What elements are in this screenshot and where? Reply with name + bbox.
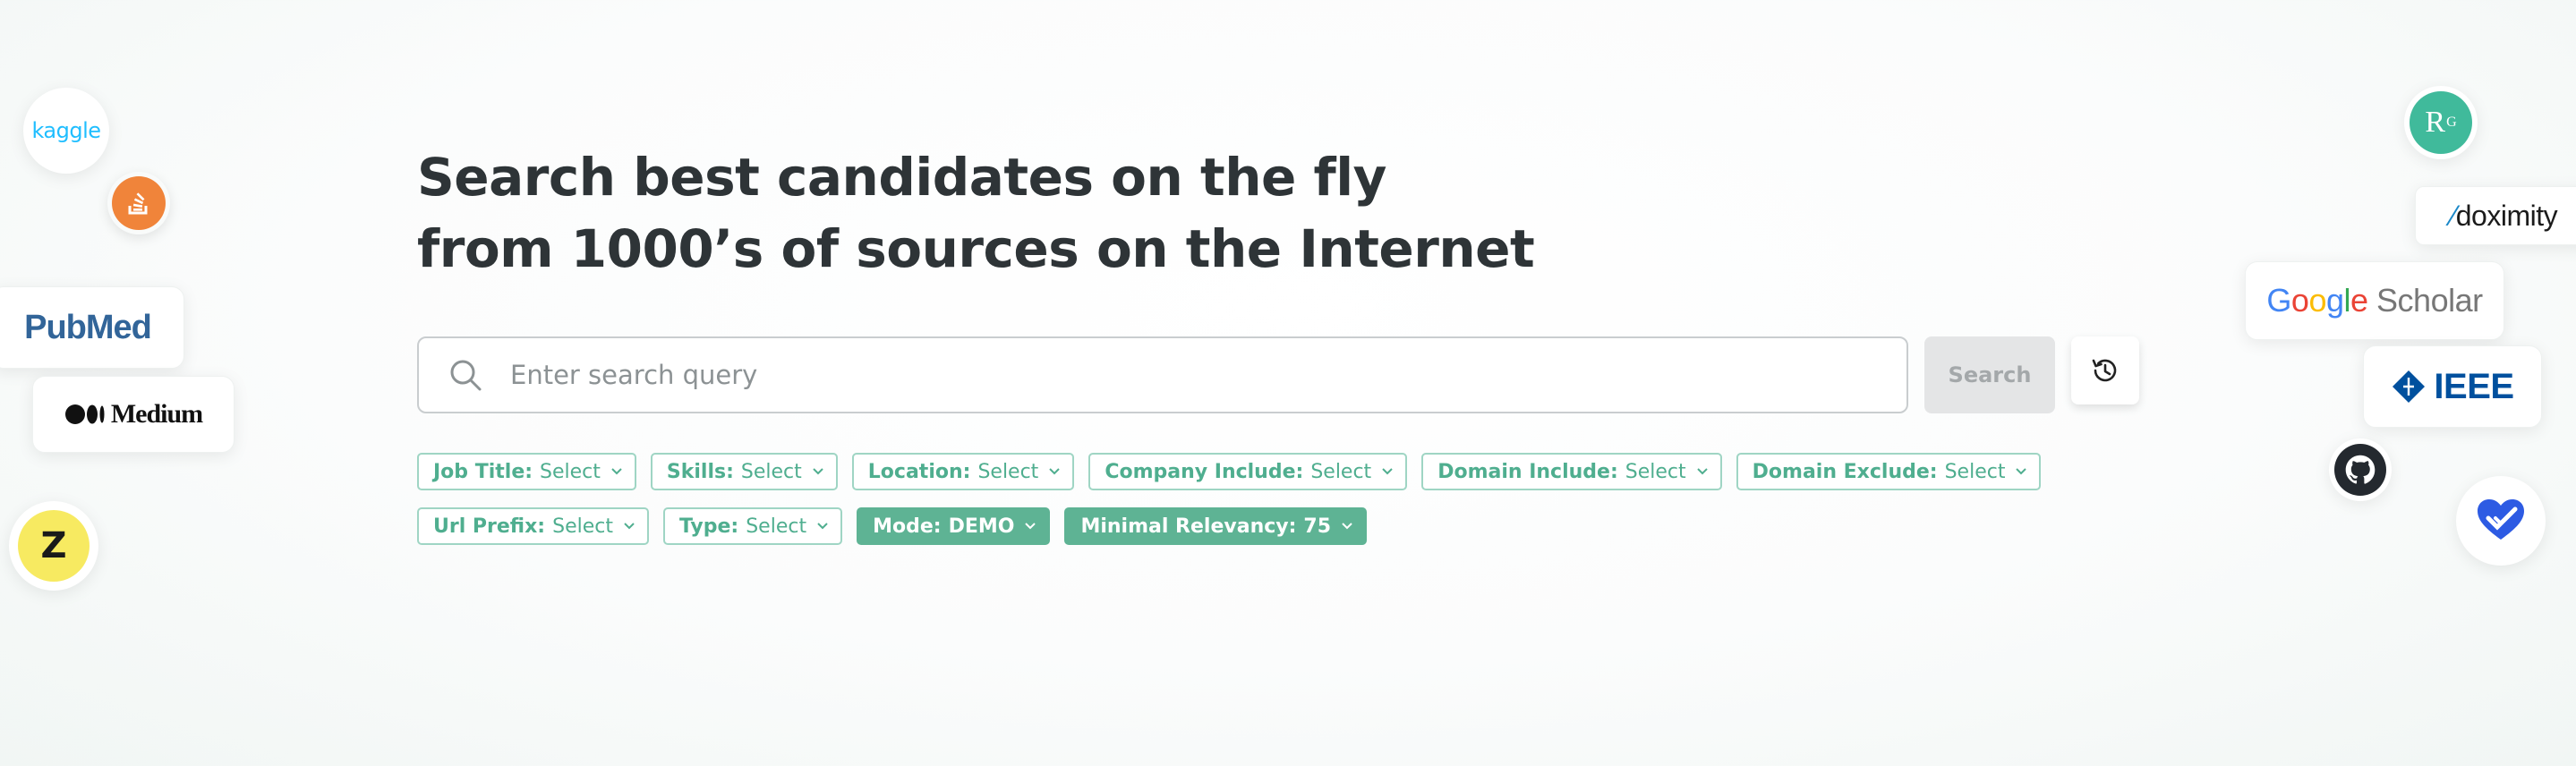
medium-logo-text: Medium <box>110 399 203 429</box>
filter-row-1: Job Title: Select Skills: Select Locatio… <box>417 453 2171 490</box>
filter-type[interactable]: Type: Select <box>662 507 843 545</box>
health-heart-logo <box>2456 476 2546 566</box>
chevron-down-icon <box>2016 468 2027 475</box>
google-scholar-logo: Google Scholar <box>2245 261 2504 340</box>
kaggle-logo: kaggle <box>23 88 109 174</box>
filter-domain-exclude[interactable]: Domain Exclude: Select <box>1736 453 2042 490</box>
filter-skills[interactable]: Skills: Select <box>650 453 838 490</box>
filter-company-include[interactable]: Company Include: Select <box>1088 453 1408 490</box>
search-input[interactable] <box>508 347 1855 403</box>
filter-value: DEMO <box>948 515 1015 538</box>
chevron-down-icon <box>817 523 828 530</box>
filter-key: Minimal Relevancy: <box>1080 515 1297 538</box>
filter-key: Type: <box>678 515 739 538</box>
search-history-button[interactable] <box>2071 336 2139 404</box>
zenodo-icon: Z <box>18 510 90 582</box>
filter-key: Job Title: <box>433 460 533 483</box>
stackoverflow-logo <box>107 172 170 234</box>
chevron-down-icon <box>624 523 635 530</box>
filter-key: Mode: <box>873 515 942 538</box>
google-word: Google <box>2266 282 2368 319</box>
chevron-down-icon <box>813 468 823 475</box>
stackoverflow-icon <box>112 176 166 230</box>
filter-key: Location: <box>867 460 971 483</box>
doximity-logo-text: ⁄doximity <box>2451 199 2558 232</box>
chevron-down-icon <box>1025 523 1036 530</box>
filter-value: Select <box>1944 460 2006 483</box>
history-icon <box>2092 359 2117 382</box>
search-box[interactable] <box>417 336 1908 413</box>
search-icon <box>450 360 482 391</box>
page: kaggle PubMed Medium Z R G ⁄doximity Goo… <box>0 0 2576 766</box>
filter-value: Select <box>540 460 601 483</box>
filter-domain-include[interactable]: Domain Include: Select <box>1421 453 1722 490</box>
ieee-diamond-icon <box>2393 370 2426 403</box>
doximity-logo: ⁄doximity <box>2415 186 2576 245</box>
chevron-down-icon <box>1696 468 1708 475</box>
page-title-line-2: from 1000’s of sources on the Internet <box>417 218 1535 279</box>
search-hero: Search best candidates on the fly from 1… <box>417 141 2145 545</box>
filter-value: Select <box>552 515 613 538</box>
researchgate-icon: RG <box>2410 91 2472 154</box>
filter-job-title[interactable]: Job Title: Select <box>417 453 636 490</box>
filter-minimal-relevancy[interactable]: Minimal Relevancy: 75 <box>1064 507 1368 545</box>
filter-value: Select <box>746 515 807 538</box>
chevron-down-icon <box>1049 468 1061 475</box>
page-title: Search best candidates on the fly from 1… <box>417 141 2145 285</box>
filter-key: Company Include: <box>1105 460 1304 483</box>
search-button[interactable]: Search <box>1924 336 2055 413</box>
kaggle-logo-text: kaggle <box>31 118 101 143</box>
chevron-down-icon <box>1342 523 1352 530</box>
filter-location[interactable]: Location: Select <box>851 453 1075 490</box>
filter-key: Skills: <box>666 460 734 483</box>
filter-bar: Job Title: Select Skills: Select Locatio… <box>417 453 2171 562</box>
filter-key: Domain Exclude: <box>1752 460 1938 483</box>
filter-row-2: Url Prefix: Select Type: Select Mode: DE… <box>417 507 2171 545</box>
medium-logo: Medium <box>32 376 235 453</box>
filter-mode[interactable]: Mode: DEMO <box>857 507 1051 545</box>
filter-value: Select <box>1625 460 1686 483</box>
chevron-down-icon <box>611 468 622 475</box>
chevron-down-icon <box>1382 468 1393 475</box>
researchgate-logo: RG <box>2404 86 2478 159</box>
search-row: Search <box>417 336 2139 413</box>
medium-mark-icon <box>64 404 105 424</box>
google-scholar-logo-text: Google Scholar <box>2266 282 2483 319</box>
pubmed-logo-text: PubMed <box>24 308 152 346</box>
filter-value: Select <box>740 460 802 483</box>
pubmed-logo: PubMed <box>0 286 184 369</box>
ieee-logo: IEEE <box>2363 345 2542 428</box>
filter-value: 75 <box>1303 515 1332 538</box>
page-title-line-1: Search best candidates on the fly <box>417 147 1386 208</box>
zenodo-logo: Z <box>9 501 98 591</box>
ieee-logo-text: IEEE <box>2434 366 2514 406</box>
heart-check-icon <box>2478 499 2524 540</box>
filter-key: Url Prefix: <box>433 515 546 538</box>
filter-url-prefix[interactable]: Url Prefix: Select <box>417 507 649 545</box>
github-icon <box>2334 444 2386 496</box>
filter-value: Select <box>1310 460 1372 483</box>
filter-value: Select <box>977 460 1039 483</box>
filter-key: Domain Include: <box>1437 460 1618 483</box>
github-logo <box>2329 438 2392 501</box>
